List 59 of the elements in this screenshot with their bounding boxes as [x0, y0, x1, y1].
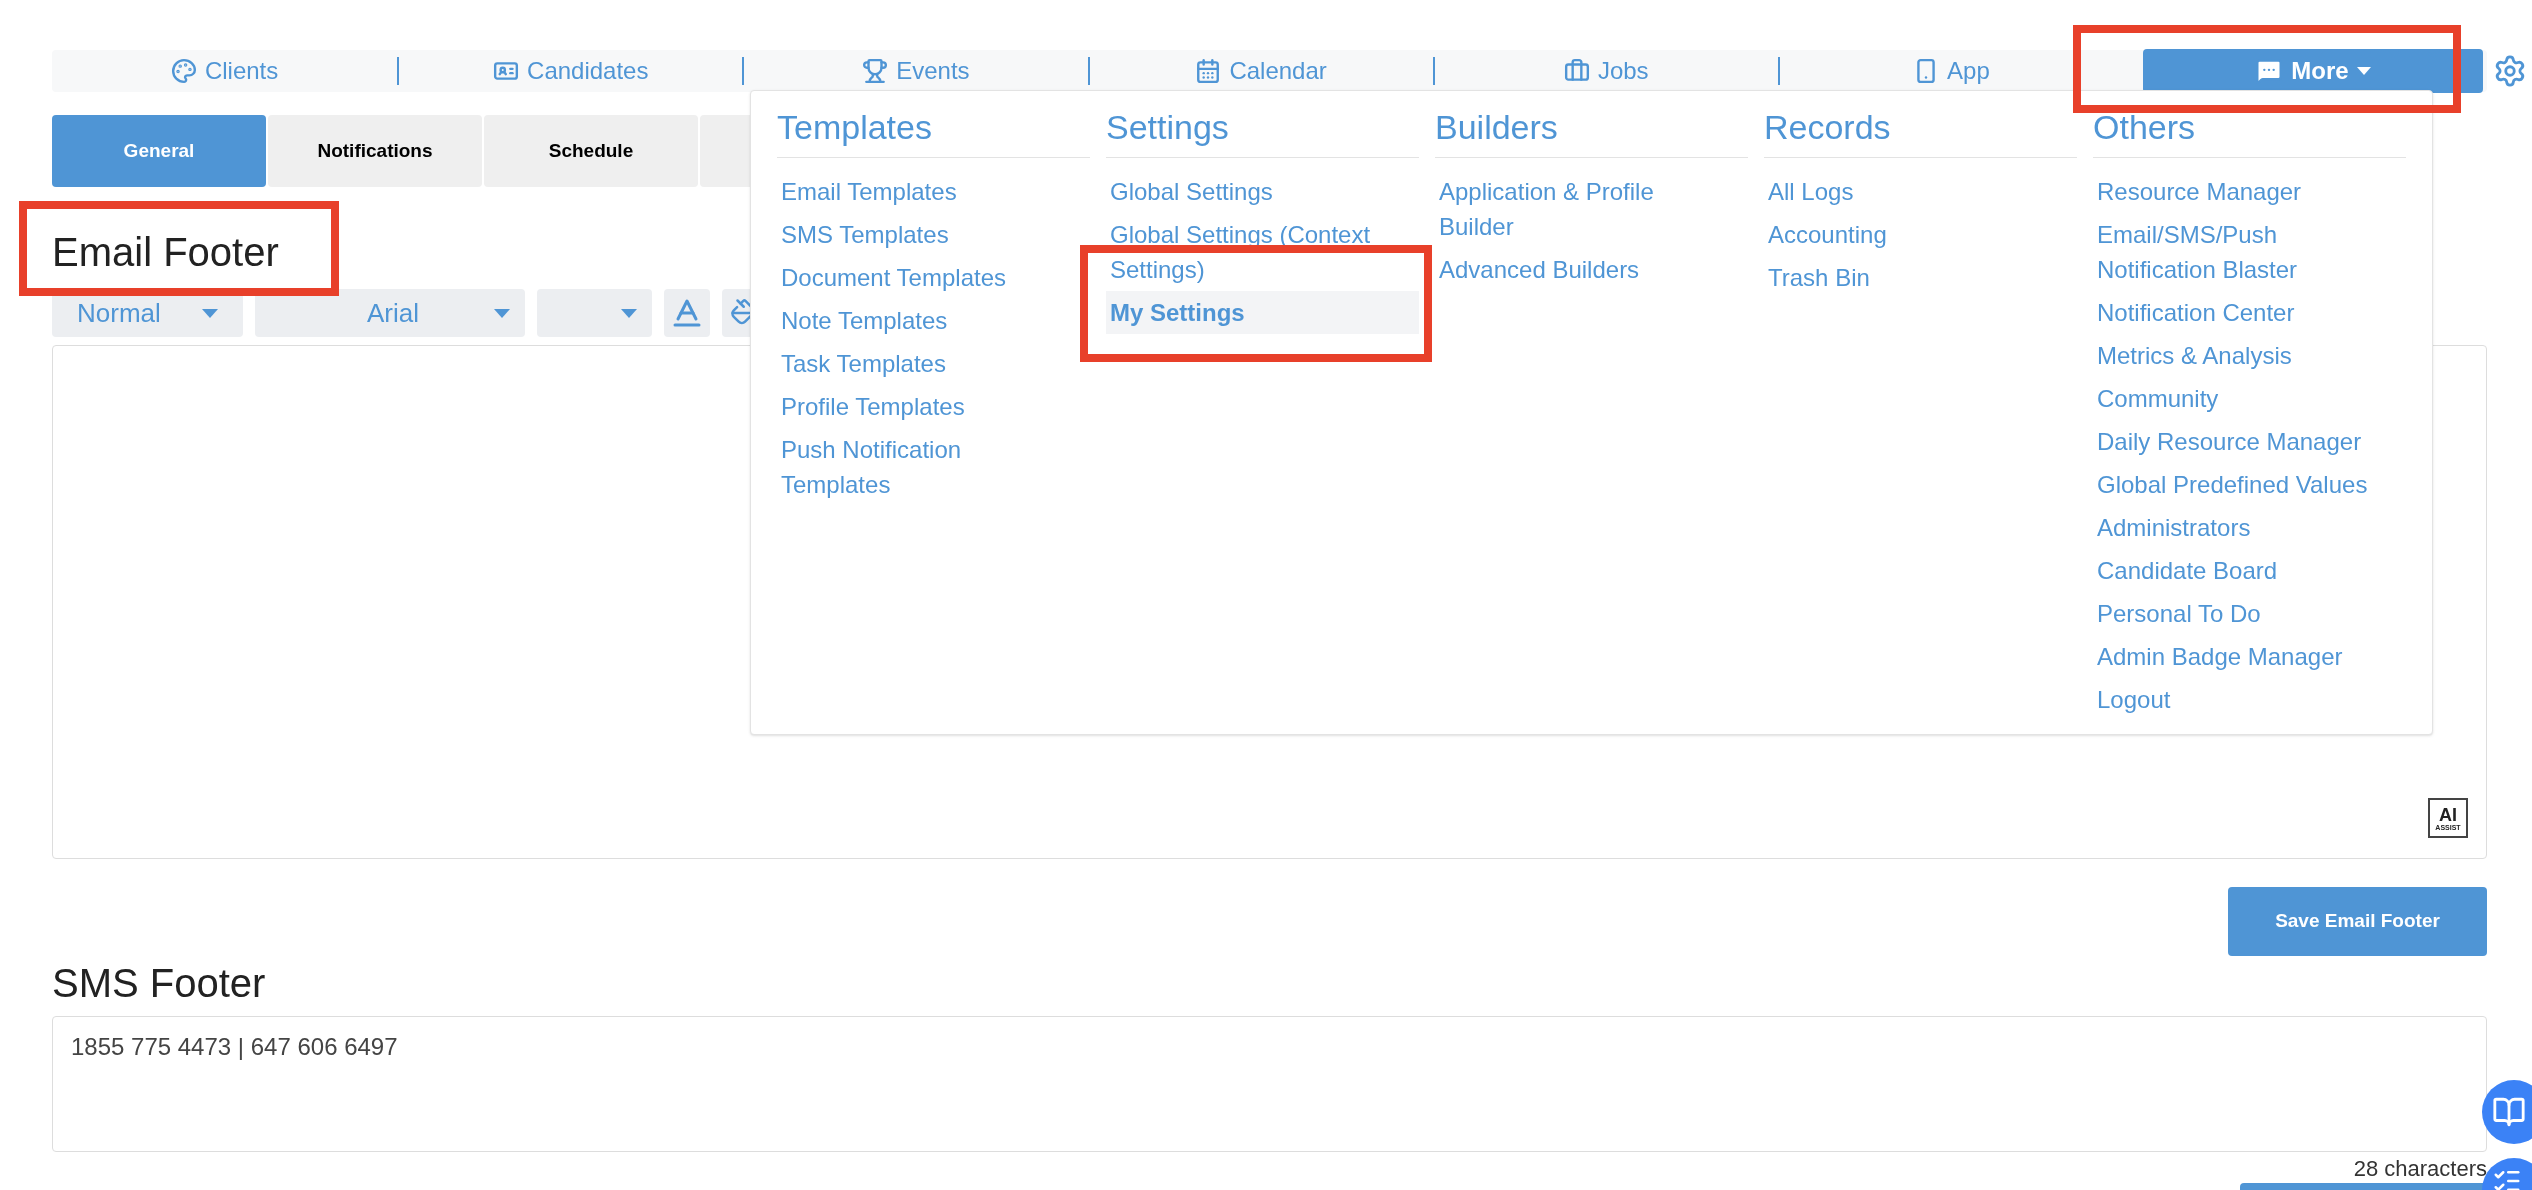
menu-item[interactable]: Administrators [2093, 506, 2406, 549]
nav-link[interactable]: Events [862, 53, 970, 89]
trophy-icon [862, 58, 889, 84]
sms-footer-field[interactable]: 1855 775 4473 | 647 606 6497 [52, 1016, 2487, 1152]
menu-item[interactable]: Push Notification Templates [777, 428, 1090, 506]
menu-item[interactable]: Advanced Builders [1435, 248, 1748, 291]
nav-link[interactable]: Calendar [1195, 53, 1327, 89]
menu-item[interactable]: Application & Profile Builder [1435, 170, 1748, 248]
character-count: 28 characters [2353, 1155, 2487, 1183]
guide-button[interactable] [2482, 1080, 2532, 1144]
menu-item[interactable]: Profile Templates [777, 385, 1090, 428]
menu-item[interactable]: Global Settings (Context Settings) [1106, 213, 1419, 291]
caret-icon [2356, 67, 2371, 75]
nav-link[interactable]: App [1913, 53, 1990, 89]
caret-icon [494, 308, 510, 318]
font-dropdown[interactable]: Arial [255, 289, 525, 337]
more-button[interactable]: More [2143, 49, 2484, 93]
tab[interactable]: Schedule [484, 115, 698, 187]
book-icon [2492, 1095, 2526, 1129]
menu-item[interactable]: Email Templates [777, 170, 1090, 213]
caret-icon [621, 308, 637, 318]
menu-item[interactable]: Admin Badge Manager [2093, 635, 2406, 678]
section-heading: SMS Footer [52, 960, 266, 1007]
menu-column-heading: Settings [1106, 105, 1419, 158]
section-heading: Email Footer [52, 229, 279, 276]
menu-item[interactable]: Personal To Do [2093, 592, 2406, 635]
menu-column-heading: Records [1764, 105, 2077, 158]
menu-item[interactable]: Task Templates [777, 342, 1090, 385]
nav-link[interactable]: Clients [170, 53, 279, 89]
menu-item[interactable]: Email/SMS/Push Notification Blaster [2093, 213, 2406, 291]
save-button[interactable]: Save Email Footer [2228, 887, 2487, 956]
menu-item[interactable]: SMS Templates [777, 213, 1090, 256]
menu-column-heading: Builders [1435, 105, 1748, 158]
menu-item[interactable]: Daily Resource Manager [2093, 420, 2406, 463]
nav-link[interactable]: Jobs [1563, 53, 1649, 89]
menu-item[interactable]: Global Predefined Values [2093, 463, 2406, 506]
menu-item[interactable]: Document Templates [777, 256, 1090, 299]
menu-item[interactable]: Metrics & Analysis [2093, 334, 2406, 377]
caret-icon [202, 308, 218, 318]
menu-item[interactable]: Logout [2093, 678, 2406, 721]
menu-item[interactable]: All Logs [1764, 170, 2077, 213]
menu-item[interactable]: Note Templates [777, 299, 1090, 342]
calendar-icon [1195, 58, 1222, 84]
palette-icon [170, 58, 197, 84]
tab[interactable]: Notifications [268, 115, 482, 187]
menu-item[interactable]: Notification Center [2093, 291, 2406, 334]
menu-item[interactable]: Accounting [1764, 213, 2077, 256]
menu-item[interactable]: Resource Manager [2093, 170, 2406, 213]
menu-item[interactable]: Community [2093, 377, 2406, 420]
menu-column-heading: Templates [777, 105, 1090, 158]
nav-link[interactable]: Candidates [493, 53, 649, 89]
menu-item[interactable]: Trash Bin [1764, 256, 2077, 299]
text-color-button[interactable] [664, 289, 710, 337]
menu-column-heading: Others [2093, 105, 2406, 158]
tab[interactable]: General [52, 115, 266, 187]
menu-item[interactable]: Global Settings [1106, 170, 1419, 213]
menu-item[interactable]: My Settings [1106, 291, 1419, 334]
menu-item[interactable]: Candidate Board [2093, 549, 2406, 592]
briefcase-icon [1563, 58, 1590, 84]
